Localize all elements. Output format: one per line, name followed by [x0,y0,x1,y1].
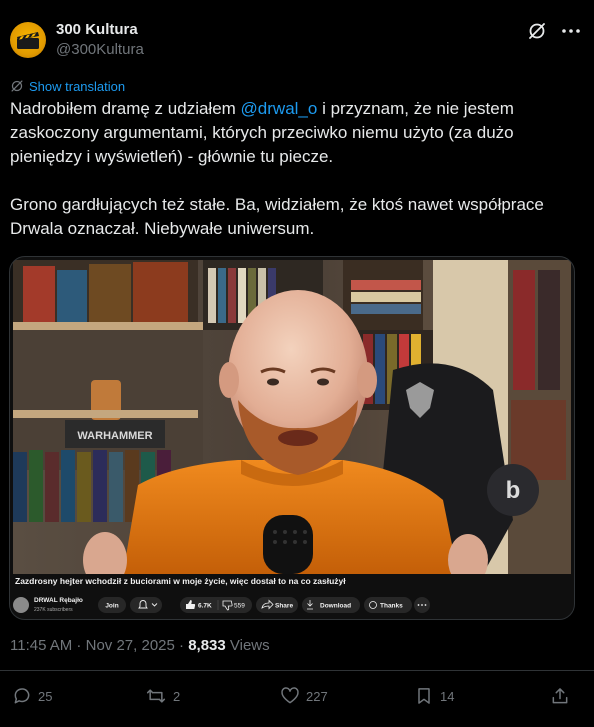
tweet-date[interactable]: Nov 27, 2025 [86,637,175,654]
like-count: 6.7K [198,603,212,610]
tweet-time[interactable]: 11:45 AM [10,637,72,654]
reply-count: 25 [38,688,53,704]
show-translation-link[interactable]: Show translation [10,78,125,94]
more-icon[interactable] [560,21,582,41]
like-count: 227 [306,688,328,704]
svg-text:b: b [506,477,521,504]
video-thumbnail[interactable]: WARHAMMER b [13,260,571,574]
tweet-paragraph: Nadrobiłem dramę z udziałem @drwal_o i p… [10,97,575,169]
bookmark-button[interactable]: 14 [414,686,454,706]
notifications-button[interactable] [130,597,162,613]
video-more-button[interactable] [414,597,430,613]
subscriber-count: 237K subscribers [34,607,73,613]
like-dislike-button[interactable]: 6.7K 559 [180,597,252,613]
share-tweet-button[interactable] [550,686,570,706]
like-button[interactable]: 227 [280,686,328,706]
reply-icon [14,688,30,704]
download-button[interactable]: Download [302,597,360,613]
repost-icon [146,689,166,703]
repost-button[interactable]: 2 [145,686,180,706]
tweet-actions: 25 2 227 14 [0,680,594,710]
thanks-label: Thanks [380,603,403,610]
join-label: Join [105,603,118,610]
grok-translate-icon [11,80,23,92]
share-icon [552,688,568,704]
tweet-text-part: Nadrobiłem dramę z udziałem [10,99,241,118]
repost-count: 2 [173,688,181,704]
thumbnail-scene: WARHAMMER b [13,260,571,574]
dislike-count: 559 [234,603,245,610]
show-translation-label: Show translation [29,78,126,94]
views-count: 8,833 [188,637,226,654]
meta-separator: · [174,637,189,654]
heart-icon [281,687,299,704]
divider [0,670,594,671]
share-label: Share [275,603,293,610]
tweet-text: Nadrobiłem dramę z udziałem @drwal_o i p… [10,97,575,241]
author-handle[interactable]: @300Kultura [56,41,144,58]
bookmark-icon [418,688,430,704]
thanks-button[interactable]: Thanks [364,597,412,613]
media-card[interactable]: WARHAMMER b Zazdrosny hejter wchodził z … [9,256,575,620]
views-label: Views [225,637,270,654]
shelf-warhammer-label: WARHAMMER [77,430,152,442]
mention-link[interactable]: @drwal_o [241,99,318,118]
channel-avatar[interactable] [13,597,29,613]
tweet-paragraph: Grono gardłujących też stałe. Ba, widzia… [10,195,544,238]
clapperboard-icon [17,32,39,49]
share-button[interactable]: Share [256,597,298,613]
download-label: Download [320,603,351,610]
bookmark-count: 14 [440,688,455,704]
grok-icon[interactable] [527,21,547,41]
video-action-bar: DRWAL Rębajło 237K subscribers Join 6.7K… [13,597,430,613]
reply-button[interactable]: 25 [12,686,52,706]
join-button[interactable]: Join [98,597,126,613]
video-title[interactable]: Zazdrosny hejter wchodził z buciorami w … [13,576,346,586]
tweet-header: 300 Kultura @300Kultura [0,0,594,74]
avatar[interactable] [10,22,46,58]
author-name[interactable]: 300 Kultura [56,21,138,38]
channel-name[interactable]: DRWAL Rębajło [34,597,83,604]
tweet-meta: 11:45 AM · Nov 27, 2025 · 8,833 Views [10,637,270,654]
meta-separator: · [72,637,86,654]
